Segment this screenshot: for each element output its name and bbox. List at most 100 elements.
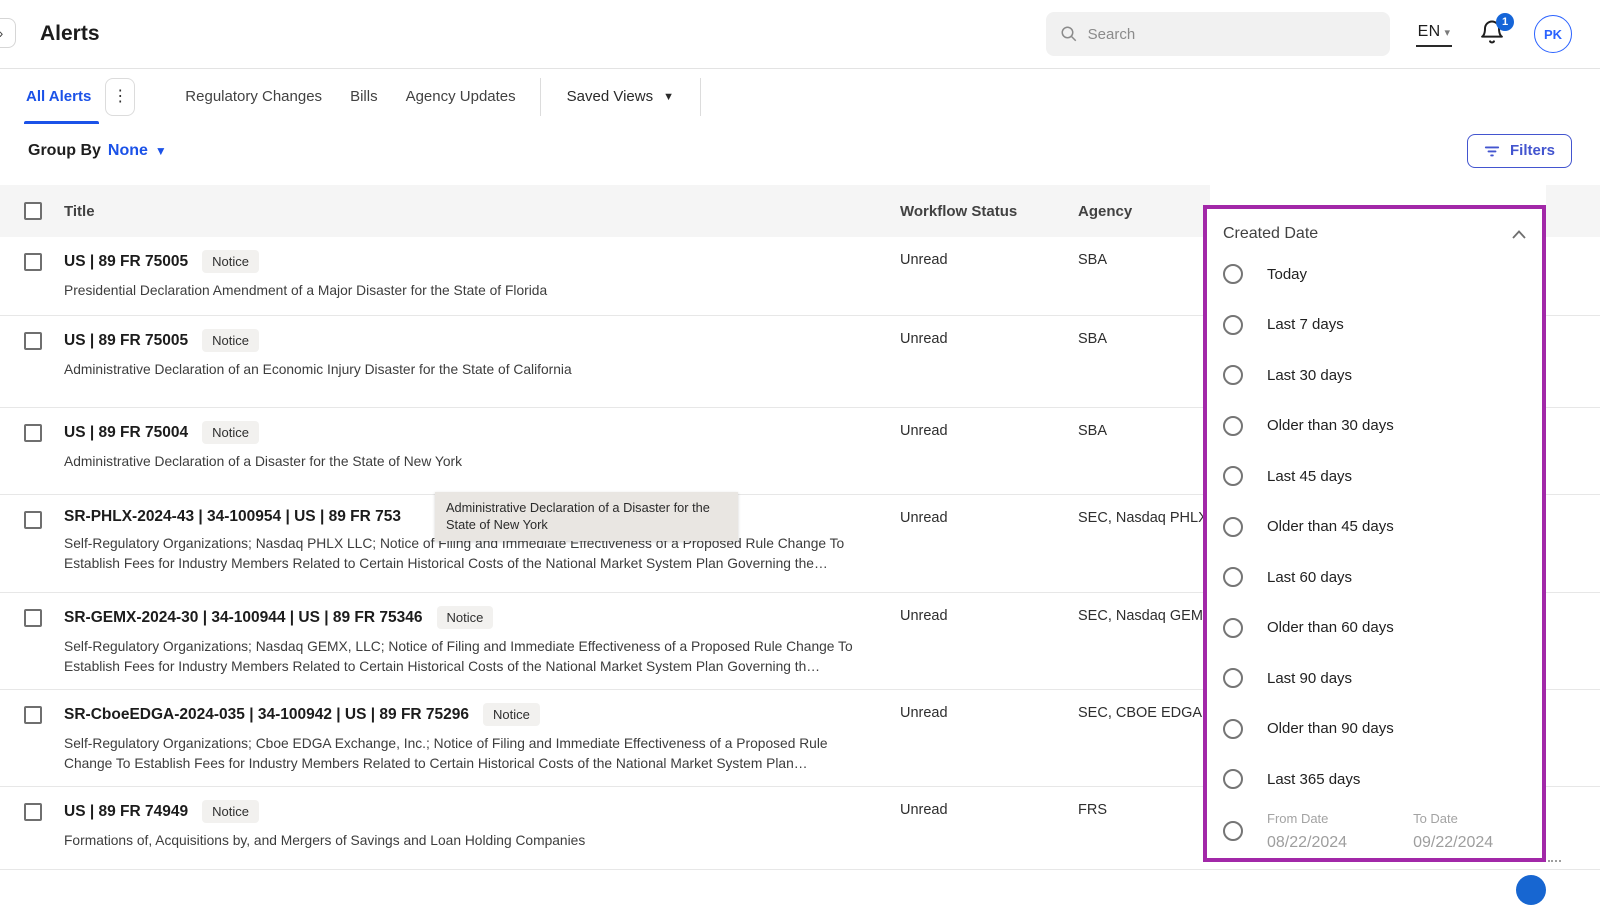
column-header-title: Title — [64, 203, 900, 220]
workflow-status: Unread — [900, 250, 1078, 268]
column-header-workflow-status: Workflow Status — [900, 203, 1078, 220]
notice-badge: Notice — [483, 703, 540, 726]
tab-bills[interactable]: Bills — [336, 69, 392, 124]
filter-option-last-60-days[interactable]: Last 60 days — [1223, 552, 1542, 603]
tab-options-button[interactable]: ⋮ — [105, 78, 135, 116]
tab-divider — [540, 78, 541, 116]
radio-icon[interactable] — [1223, 416, 1243, 436]
chevron-up-icon — [1512, 230, 1526, 239]
to-date-label: To Date — [1413, 811, 1493, 826]
notice-badge: Notice — [202, 250, 259, 273]
filter-option-today[interactable]: Today — [1223, 249, 1542, 300]
avatar[interactable]: PK — [1534, 15, 1572, 53]
workflow-status: Unread — [900, 800, 1078, 818]
filter-icon — [1484, 144, 1500, 158]
collapse-section-button[interactable] — [1512, 230, 1526, 239]
tab-all-alerts[interactable]: All Alerts — [16, 69, 105, 124]
created-date-filter-panel: Created Date Today Last 7 days Last 30 day… — [1203, 205, 1546, 862]
radio-icon[interactable] — [1223, 618, 1243, 638]
custom-date-range-option: From Date 08/22/2024 To Date 09/22/2024 — [1207, 805, 1542, 852]
radio-icon[interactable] — [1223, 769, 1243, 789]
filter-option-last-30-days[interactable]: Last 30 days — [1223, 350, 1542, 401]
filter-option-older-than-45-days[interactable]: Older than 45 days — [1223, 502, 1542, 553]
alert-id[interactable]: SR-GEMX-2024-30 | 34-100944 | US | 89 FR… — [64, 609, 423, 627]
dotted-connector — [1548, 860, 1561, 862]
alert-id[interactable]: US | 89 FR 75005 — [64, 332, 188, 350]
filter-option-last-90-days[interactable]: Last 90 days — [1223, 653, 1542, 704]
select-all-checkbox[interactable] — [24, 202, 42, 220]
radio-icon[interactable] — [1223, 315, 1243, 335]
alert-id[interactable]: SR-PHLX-2024-43 | 34-100954 | US | 89 FR… — [64, 508, 401, 526]
alert-subtitle: Self-Regulatory Organizations; Cboe EDGA… — [64, 734, 864, 773]
filter-option-label: Older than 60 days — [1267, 619, 1394, 636]
notifications-button[interactable]: 1 — [1478, 17, 1508, 51]
filter-option-label: Last 45 days — [1267, 468, 1352, 485]
page-title: Alerts — [40, 22, 100, 46]
radio-icon[interactable] — [1223, 567, 1243, 587]
radio-icon[interactable] — [1223, 719, 1243, 739]
group-by-value[interactable]: None — [108, 142, 148, 160]
row-checkbox[interactable] — [24, 424, 42, 442]
filter-option-last-7-days[interactable]: Last 7 days — [1223, 300, 1542, 351]
row-checkbox[interactable] — [24, 609, 42, 627]
notice-badge: Notice — [437, 606, 494, 629]
row-checkbox[interactable] — [24, 706, 42, 724]
toolbar: Group By None ▼ Filters — [0, 124, 1600, 177]
tab-regulatory-changes[interactable]: Regulatory Changes — [171, 69, 336, 124]
filter-option-label: Last 60 days — [1267, 569, 1352, 586]
workflow-status: Unread — [900, 703, 1078, 721]
radio-icon[interactable] — [1223, 264, 1243, 284]
language-label: EN — [1418, 23, 1441, 41]
filters-label: Filters — [1510, 142, 1555, 159]
to-date-value[interactable]: 09/22/2024 — [1413, 834, 1493, 852]
alert-id[interactable]: SR-CboeEDGA-2024-035 | 34-100942 | US | … — [64, 706, 469, 724]
row-checkbox[interactable] — [24, 253, 42, 271]
workflow-status: Unread — [900, 329, 1078, 347]
tab-agency-updates[interactable]: Agency Updates — [392, 69, 530, 124]
radio-icon[interactable] — [1223, 365, 1243, 385]
notification-badge: 1 — [1496, 13, 1514, 31]
tab-bar: All Alerts ⋮ Regulatory Changes Bills Ag… — [0, 69, 1600, 124]
search-input[interactable]: Search — [1046, 12, 1390, 56]
notice-badge: Notice — [202, 421, 259, 444]
sidebar-expand-button[interactable]: › — [0, 18, 16, 48]
floating-action-button-peek[interactable] — [1516, 875, 1546, 905]
workflow-status: Unread — [900, 606, 1078, 624]
row-checkbox[interactable] — [24, 332, 42, 350]
alert-id[interactable]: US | 89 FR 75005 — [64, 253, 188, 271]
custom-range-radio[interactable] — [1223, 821, 1243, 841]
search-placeholder: Search — [1088, 26, 1136, 43]
filter-option-last-45-days[interactable]: Last 45 days — [1223, 451, 1542, 502]
radio-icon[interactable] — [1223, 466, 1243, 486]
alert-subtitle: Self-Regulatory Organizations; Nasdaq GE… — [64, 637, 864, 676]
notice-badge: Notice — [202, 329, 259, 352]
from-date-value[interactable]: 08/22/2024 — [1267, 834, 1347, 852]
filter-option-label: Older than 30 days — [1267, 417, 1394, 434]
filter-option-older-than-60-days[interactable]: Older than 60 days — [1223, 603, 1542, 654]
row-checkbox[interactable] — [24, 803, 42, 821]
filter-section-title: Created Date — [1223, 225, 1318, 243]
filter-option-label: Last 365 days — [1267, 771, 1360, 788]
filter-option-label: Last 90 days — [1267, 670, 1352, 687]
chevron-down-icon[interactable]: ▼ — [155, 144, 167, 158]
filter-option-older-than-90-days[interactable]: Older than 90 days — [1223, 704, 1542, 755]
radio-icon[interactable] — [1223, 517, 1243, 537]
filter-option-label: Last 7 days — [1267, 316, 1344, 333]
from-date-label: From Date — [1267, 811, 1347, 826]
alert-subtitle: Presidential Declaration Amendment of a … — [64, 281, 864, 301]
row-checkbox[interactable] — [24, 511, 42, 529]
filters-button[interactable]: Filters — [1467, 134, 1572, 168]
notice-badge: Notice — [202, 800, 259, 823]
filter-option-last-365-days[interactable]: Last 365 days — [1223, 754, 1542, 805]
from-date-field[interactable]: From Date 08/22/2024 — [1267, 811, 1347, 852]
language-selector[interactable]: EN ▾ — [1416, 21, 1452, 47]
alert-id[interactable]: US | 89 FR 74949 — [64, 803, 188, 821]
search-icon — [1060, 25, 1078, 43]
workflow-status: Unread — [900, 508, 1078, 526]
filter-option-older-than-30-days[interactable]: Older than 30 days — [1223, 401, 1542, 452]
saved-views-menu[interactable]: Saved Views ▼ — [551, 88, 690, 105]
radio-icon[interactable] — [1223, 668, 1243, 688]
alert-id[interactable]: US | 89 FR 75004 — [64, 424, 188, 442]
filter-option-label: Today — [1267, 266, 1307, 283]
to-date-field[interactable]: To Date 09/22/2024 — [1413, 811, 1493, 852]
